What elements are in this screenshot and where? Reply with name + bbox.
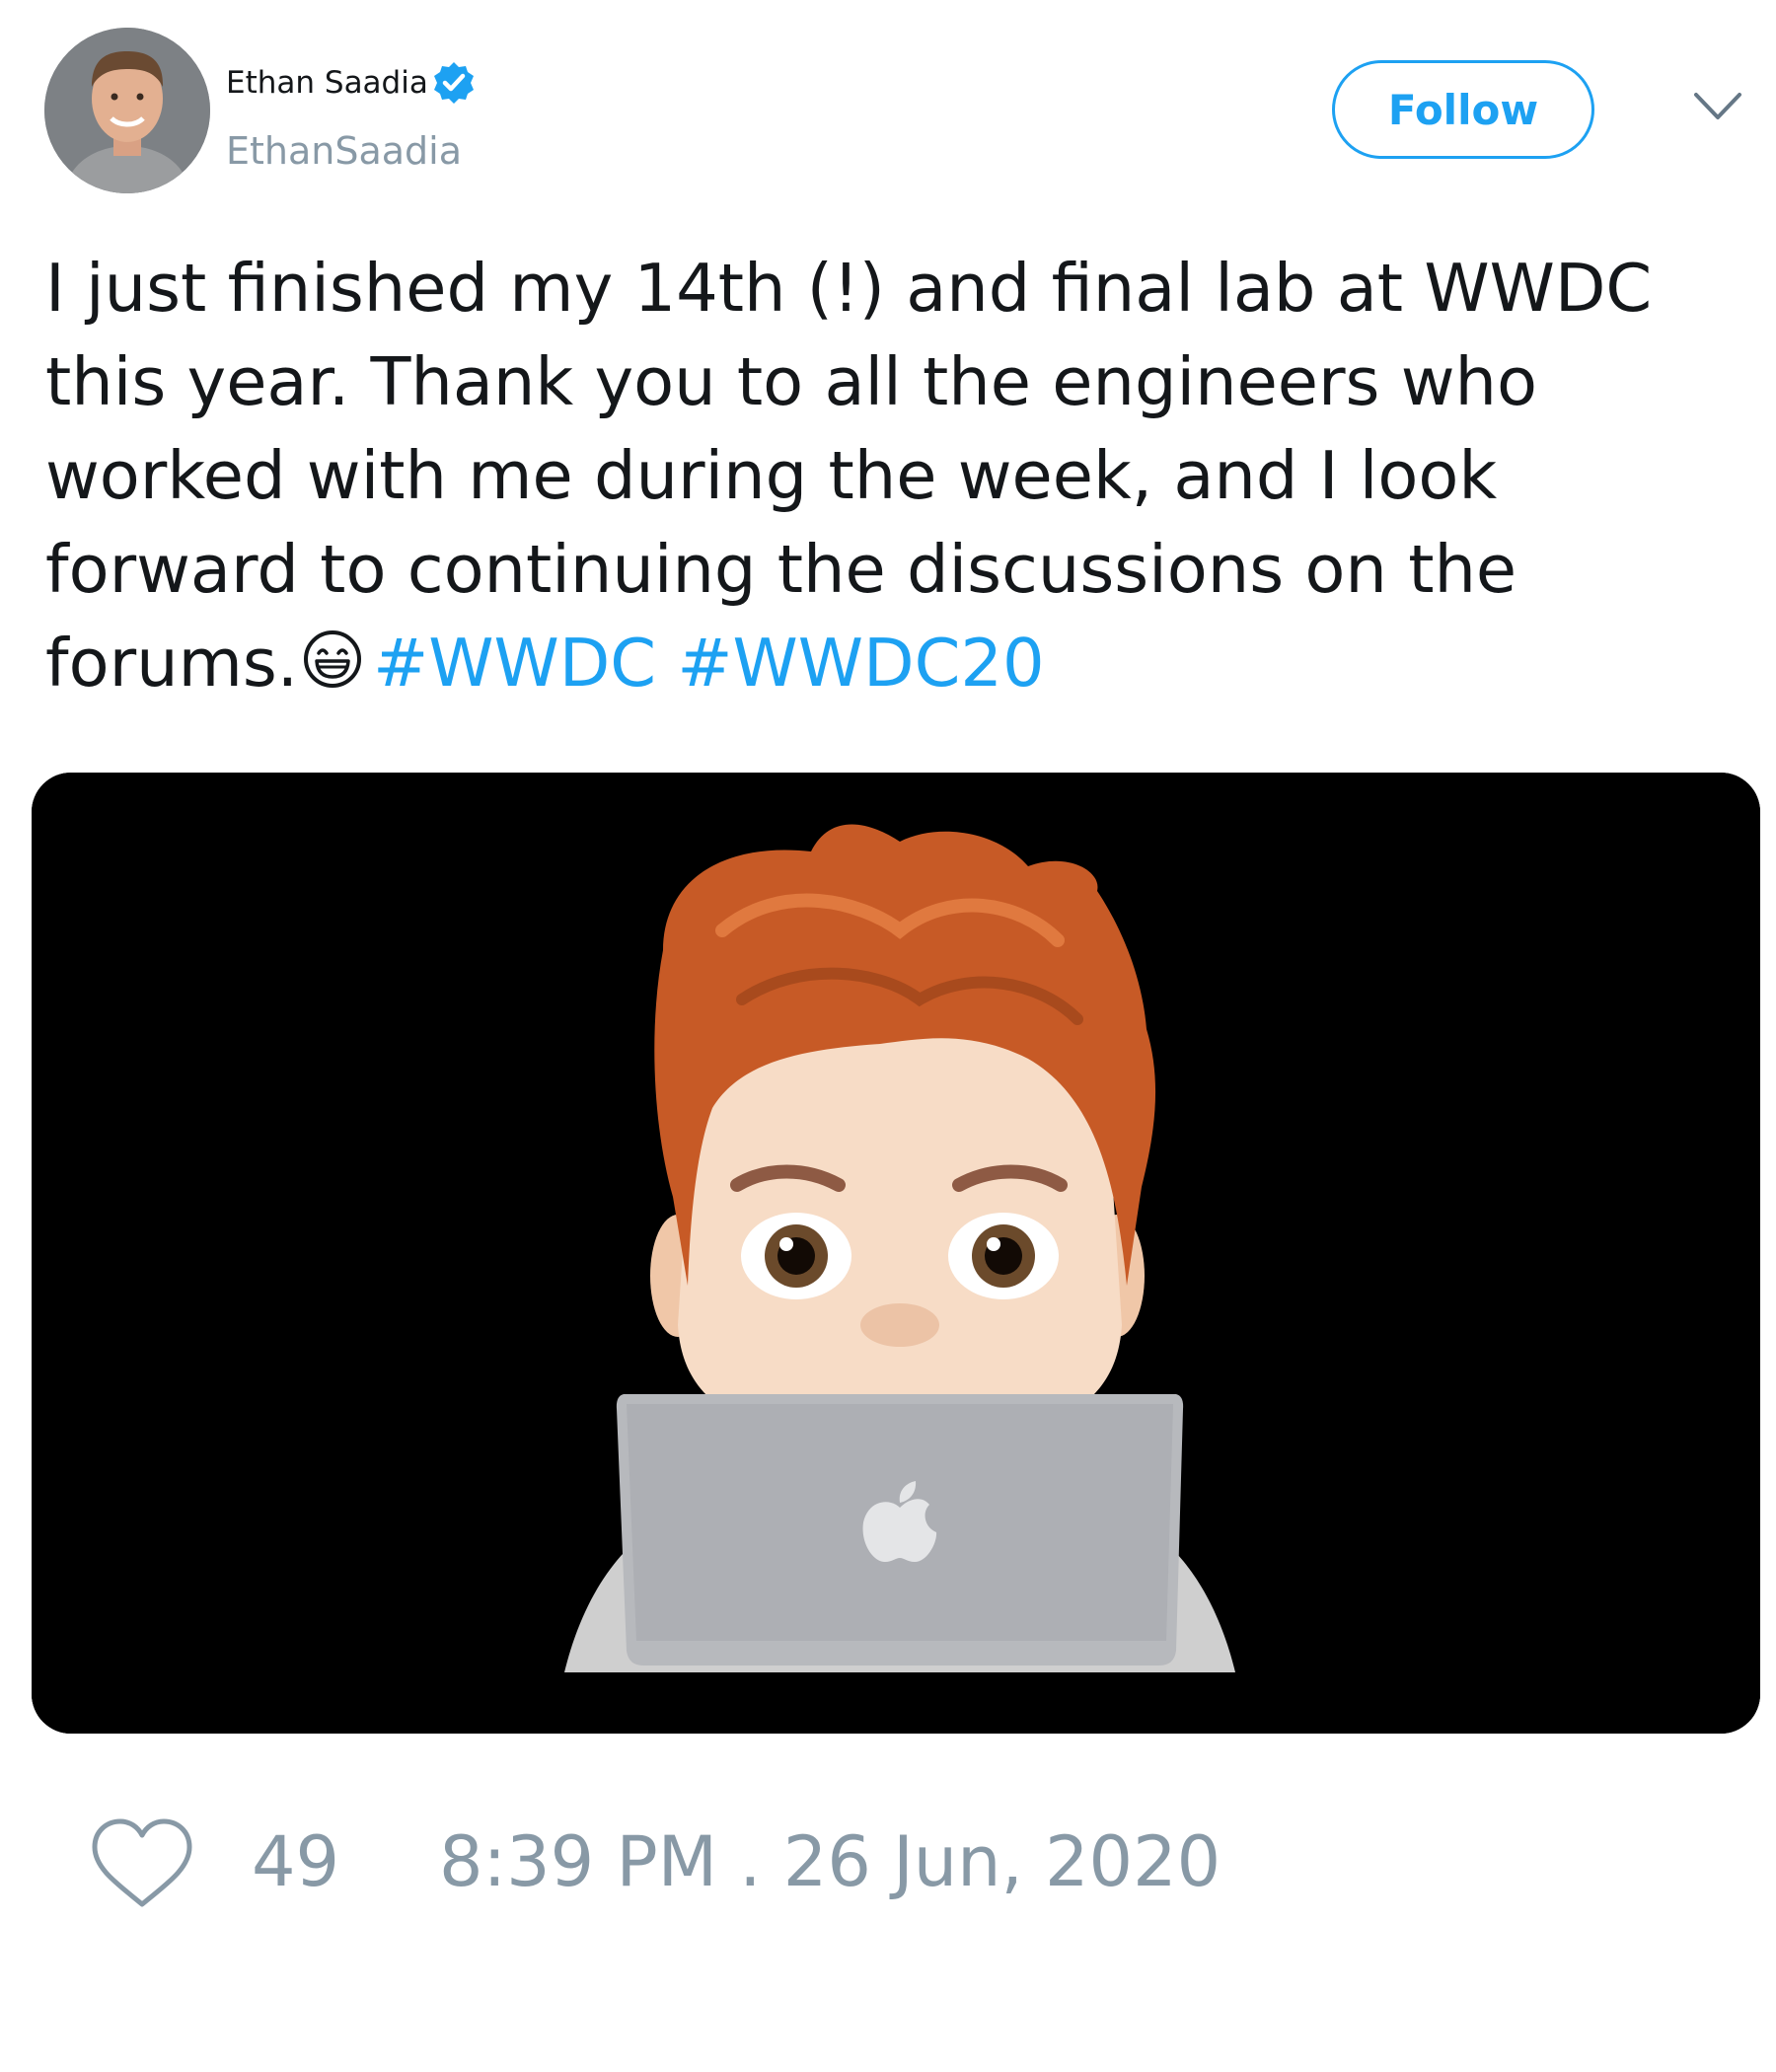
tweet-text: I just finished my 14th (!) and final la… bbox=[45, 242, 1723, 710]
tweet-text-line-last: forums. #WWDC #WWDC20 bbox=[45, 617, 1723, 710]
tweet-timestamp[interactable]: 8:39 PM . 26 Jun, 2020 bbox=[439, 1821, 1221, 1902]
avatar-photo bbox=[44, 28, 210, 193]
tweet-text-line: forums. bbox=[45, 625, 299, 702]
chevron-down-icon[interactable] bbox=[1693, 91, 1742, 122]
grinning-face-emoji-icon bbox=[304, 630, 362, 688]
tweet-text-line: this year. Thank you to all the engineer… bbox=[45, 343, 1538, 420]
author-handle[interactable]: EthanSaadia bbox=[226, 129, 462, 173]
verified-badge-icon bbox=[434, 62, 474, 104]
tweet-text-line: worked with me during the week, and I lo… bbox=[45, 437, 1498, 514]
tweet-text-line: I just finished my 14th (!) and final la… bbox=[45, 250, 1653, 327]
follow-button[interactable]: Follow bbox=[1332, 60, 1594, 159]
hashtag-link[interactable]: #WWDC20 bbox=[677, 625, 1044, 702]
avatar[interactable] bbox=[44, 28, 210, 193]
hashtag-link[interactable]: #WWDC bbox=[373, 625, 656, 702]
tweet-media-image[interactable] bbox=[32, 773, 1760, 1734]
tweet-text-line: forward to continuing the discussions on… bbox=[45, 531, 1517, 608]
author-display-name[interactable]: Ethan Saadia bbox=[226, 65, 428, 101]
like-count: 49 bbox=[252, 1821, 340, 1902]
heart-icon[interactable] bbox=[89, 1815, 195, 1910]
memoji-illustration bbox=[32, 773, 1760, 1734]
